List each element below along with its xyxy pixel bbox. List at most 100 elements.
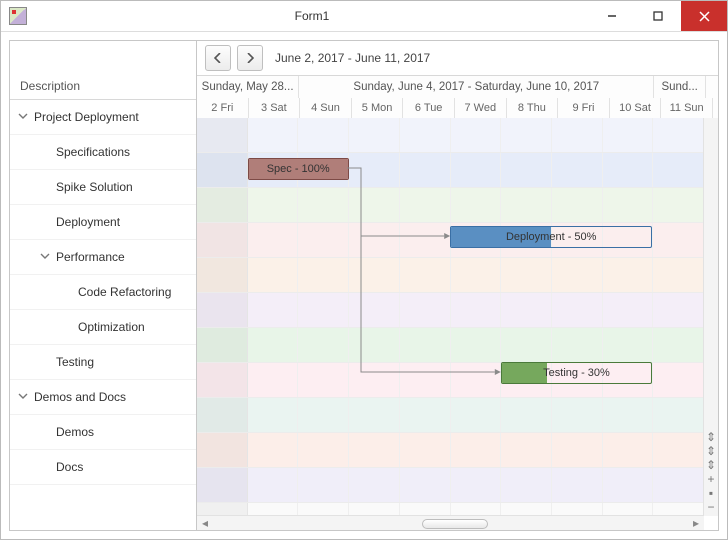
next-range-button[interactable] [237,45,263,71]
gantt-row[interactable] [197,398,704,433]
gantt-cell [298,188,349,222]
tree-row-label: Deployment [56,215,120,229]
window: Form1 Description Project DeploymentSpec… [0,0,728,540]
gantt-row[interactable] [197,188,704,223]
visible-range-label: June 2, 2017 - June 11, 2017 [275,51,430,65]
gantt-row[interactable] [197,258,704,293]
gantt-cell [298,223,349,257]
tree-row[interactable]: Optimization [10,310,196,345]
week-group: Sunday, May 28... [197,76,299,98]
close-icon [699,11,710,22]
gantt-cell [298,468,349,502]
gantt-cell [298,293,349,327]
horizontal-scrollbar[interactable]: ◂ ▸ [197,515,704,530]
description-panel: Description Project DeploymentSpecificat… [9,40,197,531]
task-tree[interactable]: Project DeploymentSpecificationsSpike So… [10,100,196,530]
gantt-bar-test[interactable]: Testing - 30% [501,362,653,384]
close-button[interactable] [681,1,727,31]
gantt-row[interactable] [197,468,704,503]
scroll-left-icon[interactable]: ◂ [197,516,213,530]
tree-row[interactable]: Deployment [10,205,196,240]
minimize-button[interactable] [589,1,635,31]
vertical-scroll-strip[interactable]: ⇕ ⇕ ⇕ + ▪ − [703,118,718,516]
gantt-bar-label: Spec - 100% [249,163,348,175]
gantt-row[interactable] [197,118,704,153]
gantt-cell [653,468,704,502]
gantt-cell [653,153,704,187]
tree-row[interactable]: Performance [10,240,196,275]
gantt-cell [248,328,299,362]
gantt-cell [349,293,400,327]
scroll-track[interactable] [213,519,688,527]
gantt-bar-spec[interactable]: Spec - 100% [248,158,349,180]
tree-row[interactable]: Spike Solution [10,170,196,205]
gantt-cell [248,188,299,222]
gantt-cell [501,153,552,187]
gantt-cell [603,398,654,432]
chevron-down-icon[interactable] [18,391,30,403]
gantt-cell [451,188,502,222]
gantt-cell [400,468,451,502]
gantt-cell [552,328,603,362]
gantt-bar-depl[interactable]: Deployment - 50% [450,226,652,248]
gantt-cell [197,153,248,187]
chevron-right-icon [246,53,254,63]
gantt-cell [451,328,502,362]
gantt-cell [197,328,248,362]
day-header: 4 Sun [300,98,352,118]
gantt-cell [248,433,299,467]
gantt-cell [451,433,502,467]
gantt-cell [298,398,349,432]
gantt-cell [552,188,603,222]
gantt-cell [248,468,299,502]
zoom-grip-icon[interactable]: ▪ [706,488,716,498]
gantt-row[interactable] [197,328,704,363]
tree-row[interactable]: Demos and Docs [10,380,196,415]
gantt-bar-label: Testing - 30% [502,367,652,379]
chevron-down-icon[interactable] [40,251,52,263]
gantt-cell [400,398,451,432]
previous-range-button[interactable] [205,45,231,71]
tree-row[interactable]: Specifications [10,135,196,170]
tree-row[interactable]: Code Refactoring [10,275,196,310]
gantt-cell [349,223,400,257]
scroll-thumb[interactable] [422,519,488,529]
tree-row[interactable]: Testing [10,345,196,380]
expand-glyph-icon[interactable]: ⇕ [706,460,716,470]
day-header: 5 Mon [352,98,404,118]
maximize-button[interactable] [635,1,681,31]
gantt-cell [298,363,349,397]
scroll-right-icon[interactable]: ▸ [688,516,704,530]
gantt-cell [451,363,502,397]
zoom-out-icon[interactable]: − [706,502,716,512]
gantt-cell [603,258,654,292]
expand-glyph-icon[interactable]: ⇕ [706,446,716,456]
tree-row-label: Demos and Docs [34,390,126,404]
day-header: 8 Thu [507,98,559,118]
scheduler-panel: June 2, 2017 - June 11, 2017 Sunday, May… [197,40,719,531]
gantt-grid[interactable]: Spec - 100% Deployment - 50% Testing - 30% [197,118,704,516]
tree-row[interactable]: Demos [10,415,196,450]
chevron-down-icon[interactable] [18,111,30,123]
gantt-cell [400,328,451,362]
tree-row[interactable]: Docs [10,450,196,485]
gantt-cell [451,398,502,432]
gantt-row[interactable] [197,293,704,328]
title-bar: Form1 [1,1,727,32]
zoom-in-icon[interactable]: + [706,474,716,484]
gantt-cell [451,118,502,152]
gantt-cell [298,258,349,292]
gantt-row[interactable] [197,433,704,468]
tree-row-label: Testing [56,355,94,369]
day-header: 7 Wed [455,98,507,118]
day-header: 11 Sun [661,98,713,118]
expand-glyph-icon[interactable]: ⇕ [706,432,716,442]
gantt-cell [603,188,654,222]
gantt-cell [248,398,299,432]
week-group: Sunday, June 4, 2017 - Saturday, June 10… [299,76,654,98]
gantt-cell [451,468,502,502]
gantt-cell [400,188,451,222]
gantt-cell [653,258,704,292]
day-header: 10 Sat [610,98,662,118]
tree-row[interactable]: Project Deployment [10,100,196,135]
